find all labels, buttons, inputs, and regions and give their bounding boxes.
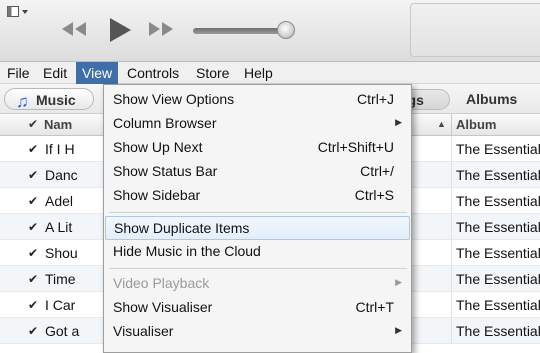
song-name: A Lit (45, 219, 73, 235)
menu-file[interactable]: File (1, 62, 36, 84)
song-name: Shou (45, 245, 78, 261)
column-divider (451, 214, 452, 240)
player-toolbar (0, 0, 540, 62)
song-name: Time (45, 271, 76, 287)
song-album: The Essential (456, 219, 540, 235)
menu-bar: File Edit View Controls Store Help (0, 62, 540, 84)
column-header-name[interactable]: Nam (44, 117, 72, 132)
submenu-arrow-icon: ▶ (395, 117, 402, 127)
song-album: The Essential (456, 245, 540, 261)
volume-slider-track[interactable] (193, 28, 288, 34)
menu-store[interactable]: Store (190, 62, 235, 84)
column-divider (451, 266, 452, 292)
previous-icon[interactable] (60, 20, 88, 41)
view-menu-dropdown: Show View Options Ctrl+J Column Browser … (103, 84, 412, 353)
menu-controls[interactable]: Controls (121, 62, 185, 84)
tab-albums[interactable]: Albums (466, 91, 517, 107)
song-album: The Essential (456, 297, 540, 313)
menu-item-label: Show View Options (113, 91, 235, 107)
sort-ascending-icon[interactable]: ▲ (437, 119, 446, 129)
song-album: The Essential (456, 271, 540, 287)
song-album: The Essential (456, 193, 540, 209)
menu-help[interactable]: Help (238, 62, 279, 84)
menu-item-show-duplicate-items[interactable]: Show Duplicate Items (105, 216, 410, 240)
song-name: I Car (45, 297, 76, 313)
menu-view[interactable]: View (76, 62, 119, 84)
submenu-arrow-icon: ▶ (395, 325, 402, 335)
menu-separator (109, 212, 407, 213)
menu-item-shortcut: Ctrl+J (357, 91, 394, 107)
column-divider (451, 240, 452, 266)
menu-item-label: Show Sidebar (113, 187, 201, 203)
menu-item-label: Visualiser (113, 323, 174, 339)
menu-item-show-visualiser[interactable]: Show Visualiser Ctrl+T (105, 296, 410, 320)
menu-item-shortcut: Ctrl+S (354, 187, 394, 203)
column-divider (451, 292, 452, 318)
menu-item-label: Video Playback (113, 275, 210, 291)
column-divider (451, 318, 452, 344)
menu-item-label: Column Browser (113, 115, 217, 131)
library-selector[interactable]: ♫ Music (4, 88, 94, 111)
submenu-arrow-icon: ▶ (395, 277, 402, 287)
song-album: The Essential (456, 141, 540, 157)
menu-item-shortcut: Ctrl+Shift+U (317, 139, 394, 155)
checkmark-header-icon[interactable]: ✔ (28, 117, 38, 131)
menu-item-show-status-bar[interactable]: Show Status Bar Ctrl+/ (105, 160, 410, 184)
music-note-icon: ♫ (16, 92, 29, 111)
menu-item-label: Show Status Bar (113, 163, 218, 179)
column-divider (451, 162, 452, 188)
next-icon[interactable] (147, 20, 175, 41)
song-name: Danc (45, 167, 78, 183)
menu-item-label: Show Up Next (113, 139, 203, 155)
menu-item-show-sidebar[interactable]: Show Sidebar Ctrl+S (105, 184, 410, 208)
menu-item-video-playback[interactable]: Video Playback ▶ (105, 272, 410, 296)
column-header-album[interactable]: Album (456, 117, 496, 132)
checkmark-icon[interactable]: ✔ (28, 194, 38, 208)
checkmark-icon[interactable]: ✔ (28, 324, 38, 338)
window-menu-icon[interactable] (7, 5, 29, 17)
song-name: If I H (45, 141, 75, 157)
menu-item-hide-music-in-cloud[interactable]: Hide Music in the Cloud (105, 240, 410, 264)
library-label: Music (36, 92, 76, 108)
column-divider[interactable] (451, 114, 452, 136)
menu-item-label: Hide Music in the Cloud (113, 243, 261, 259)
menu-item-show-up-next[interactable]: Show Up Next Ctrl+Shift+U (105, 136, 410, 160)
song-album: The Essential (456, 323, 540, 339)
column-divider (451, 188, 452, 214)
menu-item-label: Show Visualiser (113, 299, 213, 315)
menu-item-shortcut: Ctrl+/ (360, 163, 394, 179)
checkmark-icon[interactable]: ✔ (28, 246, 38, 260)
status-display (410, 3, 540, 57)
play-icon[interactable] (107, 16, 133, 47)
menu-item-column-browser[interactable]: Column Browser ▶ (105, 112, 410, 136)
song-name: Got a (45, 323, 80, 339)
checkmark-icon[interactable]: ✔ (28, 168, 38, 182)
column-divider (451, 136, 452, 162)
menu-item-label: Show Duplicate Items (114, 220, 250, 236)
menu-separator (109, 268, 407, 269)
song-album: The Essential (456, 167, 540, 183)
checkmark-icon[interactable]: ✔ (28, 298, 38, 312)
checkmark-icon[interactable]: ✔ (28, 142, 38, 156)
song-name: Adel (45, 193, 74, 209)
checkmark-icon[interactable]: ✔ (28, 272, 38, 286)
menu-item-show-view-options[interactable]: Show View Options Ctrl+J (105, 88, 410, 112)
checkmark-icon[interactable]: ✔ (28, 220, 38, 234)
menu-item-visualiser[interactable]: Visualiser ▶ (105, 320, 410, 344)
menu-edit[interactable]: Edit (37, 62, 73, 84)
menu-item-shortcut: Ctrl+T (355, 299, 395, 315)
volume-slider-knob[interactable] (277, 21, 295, 39)
